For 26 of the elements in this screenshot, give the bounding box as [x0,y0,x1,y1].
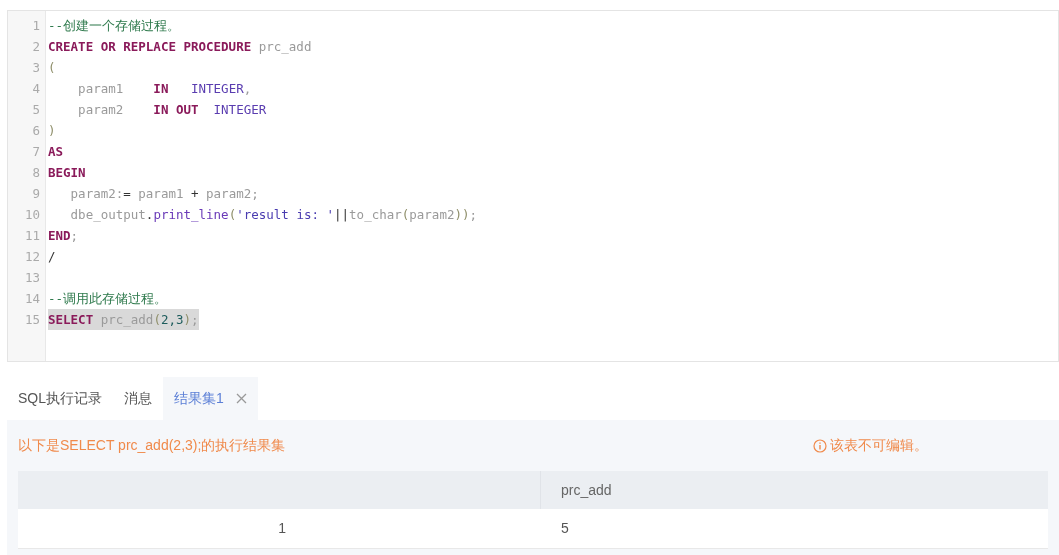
line-number: 15 [24,312,40,327]
column-header: prc_add [561,481,612,498]
line-number: 13 [24,270,40,285]
close-icon[interactable] [235,393,247,404]
table-cell: 5 [561,520,569,536]
line-number: 5 [32,102,40,117]
line-number: 6 [32,123,40,138]
notice-text: 该表不可编辑。 [830,436,928,455]
result-tab[interactable]: SQL执行记录 [0,377,113,420]
line-number: 4 [32,81,40,96]
line-number: 10 [24,207,40,222]
info-icon [813,438,827,453]
line-number: 14 [24,291,40,306]
line-number: 8 [32,165,40,180]
line-number: 12 [24,249,40,264]
result-tab[interactable]: 消息 [113,377,163,420]
line-number: 3 [32,60,40,75]
line-number: 2 [32,39,40,54]
code-editor[interactable] [7,10,1059,362]
line-number: 7 [32,144,40,159]
table-cell: 1 [278,520,286,536]
result-message: 以下是SELECT prc_add(2,3);的执行结果集 [18,436,286,455]
line-number: 1 [32,18,40,33]
result-tab[interactable]: 结果集1 [163,377,258,420]
line-number: 11 [24,228,40,243]
line-number: 9 [32,186,40,201]
